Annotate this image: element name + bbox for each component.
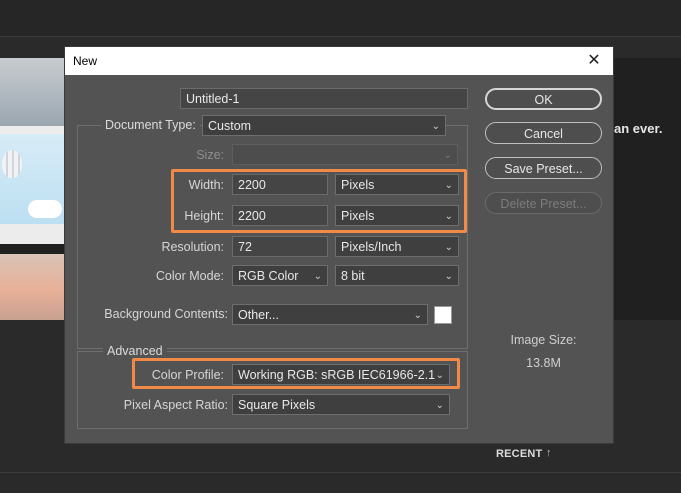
thumbnail-sunset [0,254,66,320]
size-label: Size: [196,148,224,162]
height-label: Height: [184,209,224,223]
pixel-aspect-ratio-select[interactable]: Square Pixels ⌄ [232,394,450,415]
height-unit-select[interactable]: Pixels ⌄ [335,205,459,226]
height-unit-value: Pixels [341,209,375,223]
bit-depth-select[interactable]: 8 bit ⌄ [335,265,459,286]
pixel-aspect-ratio-label: Pixel Aspect Ratio: [123,398,228,412]
cancel-button[interactable]: Cancel [485,122,602,144]
color-mode-select[interactable]: RGB Color ⌄ [232,265,328,286]
chevron-down-icon: ⌄ [444,211,453,222]
width-label: Width: [188,178,224,192]
chevron-down-icon: ⌄ [444,180,453,191]
chevron-down-icon: ⌄ [435,370,444,381]
chevron-down-icon: ⌄ [431,121,440,132]
color-profile-value: Working RGB: sRGB IEC61966-2.1 [238,368,436,382]
dialog-title-bar[interactable]: New ✕ [65,47,613,75]
resolution-input[interactable]: 72 [232,236,328,257]
document-type-value: Custom [208,119,252,133]
template-thumbnail[interactable] [0,58,66,320]
background-tagline: an ever. [614,121,663,136]
chevron-down-icon: ⌄ [444,242,453,253]
name-input[interactable]: Untitled-1 [180,88,468,109]
chevron-down-icon: ⌄ [435,400,444,411]
delete-preset-button: Delete Preset... [485,192,602,214]
chevron-down-icon: ⌄ [313,271,322,282]
thumbnail-sky [0,58,66,126]
dialog-title: New [73,54,98,68]
pixel-aspect-ratio-value: Square Pixels [238,398,316,412]
image-size-label: Image Size: [510,333,577,347]
resolution-label: Resolution: [161,240,224,254]
new-document-dialog: New ✕ Name: Untitled-1 Document Type: Cu… [65,47,613,443]
advanced-group [77,351,468,429]
width-unit-value: Pixels [341,178,375,192]
color-mode-value: RGB Color [238,269,299,283]
sort-up-arrow-icon[interactable]: ↑ [546,447,552,459]
document-type-label: Document Type: [101,118,200,132]
chevron-down-icon: ⌄ [413,310,422,321]
recent-label[interactable]: RECENT [496,448,542,460]
resolution-unit-value: Pixels/Inch [341,240,402,254]
advanced-label: Advanced [103,344,167,358]
balloon-icon [2,150,22,178]
color-mode-label: Color Mode: [155,269,224,283]
divider [0,472,681,473]
close-icon[interactable]: ✕ [583,50,605,72]
height-input[interactable]: 2200 [232,205,328,226]
background-contents-label: Background Contents: [104,307,228,321]
ok-button[interactable]: OK [485,88,602,110]
background-contents-value: Other... [238,308,279,322]
background-color-swatch[interactable] [434,306,452,324]
app-top-bar [0,0,681,37]
size-select: ⌄ [232,144,458,165]
chevron-down-icon: ⌄ [444,271,453,282]
resolution-unit-select[interactable]: Pixels/Inch ⌄ [335,236,459,257]
color-profile-label: Color Profile: [151,368,224,382]
color-profile-select[interactable]: Working RGB: sRGB IEC61966-2.1 ⌄ [232,364,450,385]
cloud-icon [28,200,62,218]
save-preset-button[interactable]: Save Preset... [485,157,602,179]
width-input[interactable]: 2200 [232,174,328,195]
image-size-value: 13.8M [526,356,561,370]
chevron-down-icon: ⌄ [443,150,452,161]
background-contents-select[interactable]: Other... ⌄ [232,304,428,325]
bit-depth-value: 8 bit [341,269,365,283]
width-unit-select[interactable]: Pixels ⌄ [335,174,459,195]
document-type-select[interactable]: Custom ⌄ [202,115,446,136]
